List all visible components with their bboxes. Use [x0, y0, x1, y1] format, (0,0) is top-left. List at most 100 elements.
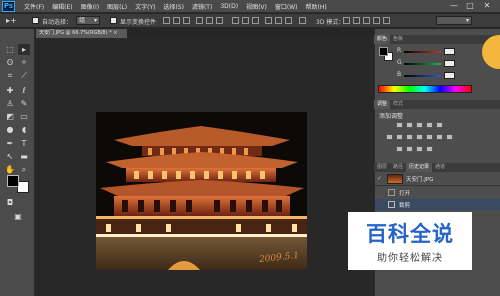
- menu-3d[interactable]: 3D(D): [218, 3, 240, 10]
- quick-mask-icon[interactable]: ◘: [4, 197, 16, 208]
- healing-brush-tool-icon[interactable]: ✚: [4, 85, 16, 96]
- menu-layer[interactable]: 图层(L): [105, 2, 129, 11]
- color-balance-adjust-icon[interactable]: [396, 134, 403, 140]
- menu-edit[interactable]: 编辑(E): [50, 2, 74, 11]
- brush-tool-icon[interactable]: ℓ: [18, 85, 30, 96]
- brightness-adjust-icon[interactable]: [396, 122, 403, 128]
- green-slider[interactable]: [404, 63, 441, 65]
- distribute-bottom-icon[interactable]: [252, 17, 259, 24]
- curves-adjust-icon[interactable]: [416, 122, 423, 128]
- red-slider[interactable]: [404, 51, 441, 53]
- tab-color[interactable]: 颜色: [374, 35, 391, 44]
- distribute-right-icon[interactable]: [285, 17, 292, 24]
- restore-button[interactable]: □: [463, 1, 477, 11]
- tab-channels[interactable]: 通道: [432, 163, 448, 172]
- history-brush-tool-icon[interactable]: ✎: [18, 98, 30, 109]
- menu-filter[interactable]: 滤镜(T): [190, 2, 214, 11]
- crop-tool-icon[interactable]: ⌗: [4, 70, 16, 81]
- pen-tool-icon[interactable]: ✒: [4, 138, 16, 149]
- menu-help[interactable]: 帮助(H): [304, 2, 329, 11]
- red-value-field[interactable]: [444, 48, 455, 55]
- distribute-vcenter-icon[interactable]: [242, 17, 249, 24]
- color-spectrum-bar[interactable]: [378, 85, 472, 93]
- menu-view[interactable]: 视图(V): [244, 2, 269, 11]
- hue-saturation-adjust-icon[interactable]: [386, 134, 393, 140]
- quick-select-tool-icon[interactable]: ✧: [18, 57, 30, 68]
- 3d-scale-icon[interactable]: [383, 17, 390, 24]
- tab-layers[interactable]: 图层: [374, 163, 390, 172]
- clone-stamp-tool-icon[interactable]: ♙: [4, 98, 16, 109]
- blue-value-field[interactable]: [444, 72, 455, 79]
- marquee-tool-icon[interactable]: ⬚: [4, 44, 16, 55]
- screen-mode-icon[interactable]: ▣: [12, 211, 24, 222]
- distribute-top-icon[interactable]: [232, 17, 239, 24]
- gradient-tool-icon[interactable]: ▭: [18, 111, 30, 122]
- selective-color-adjust-icon[interactable]: [426, 146, 433, 152]
- auto-select-checkbox[interactable]: [32, 17, 39, 24]
- zoom-tool-icon[interactable]: ⌕: [18, 164, 30, 175]
- eraser-tool-icon[interactable]: ◩: [4, 111, 16, 122]
- invert-adjust-icon[interactable]: [446, 134, 453, 140]
- move-tool-preset-icon[interactable]: ▸+: [6, 16, 20, 26]
- align-top-icon[interactable]: [163, 17, 170, 24]
- tab-paths[interactable]: 路径: [390, 163, 406, 172]
- move-tool-icon[interactable]: ▸: [18, 44, 30, 55]
- channel-mixer-adjust-icon[interactable]: [426, 134, 433, 140]
- history-item-open[interactable]: 打开: [375, 187, 475, 198]
- tab-adjustments[interactable]: 调整: [374, 100, 391, 109]
- close-button[interactable]: ✕: [480, 1, 494, 11]
- history-item-checkbox[interactable]: [376, 189, 383, 196]
- show-transform-checkbox[interactable]: [110, 17, 117, 24]
- menu-file[interactable]: 文件(F): [22, 2, 46, 11]
- foreground-color-swatch[interactable]: [7, 175, 19, 187]
- dodge-tool-icon[interactable]: ◖: [18, 124, 30, 135]
- color-lookup-adjust-icon[interactable]: [436, 134, 443, 140]
- document-tab[interactable]: 天安门.JPG @ 66.7%(RGB/8) * ×: [36, 29, 127, 38]
- exposure-adjust-icon[interactable]: [426, 122, 433, 128]
- auto-select-dropdown[interactable]: 组 ▾: [76, 16, 100, 25]
- tab-history[interactable]: 历史记录: [406, 163, 433, 172]
- menu-type[interactable]: 文字(Y): [133, 2, 157, 11]
- threshold-adjust-icon[interactable]: [406, 146, 413, 152]
- green-value-field[interactable]: [444, 60, 455, 67]
- black-white-adjust-icon[interactable]: [406, 134, 413, 140]
- 3d-slide-icon[interactable]: [373, 17, 380, 24]
- path-select-tool-icon[interactable]: ↖: [4, 151, 16, 162]
- blur-tool-icon[interactable]: ●: [4, 124, 16, 135]
- 3d-roll-icon[interactable]: [353, 17, 360, 24]
- photo-filter-adjust-icon[interactable]: [416, 134, 423, 140]
- type-tool-icon[interactable]: T: [18, 138, 30, 149]
- posterize-adjust-icon[interactable]: [396, 146, 403, 152]
- menu-image[interactable]: 图像(I): [79, 2, 101, 11]
- distribute-left-icon[interactable]: [265, 17, 272, 24]
- gradient-map-adjust-icon[interactable]: [416, 146, 423, 152]
- tab-styles[interactable]: 样式: [390, 100, 406, 109]
- levels-adjust-icon[interactable]: [406, 122, 413, 128]
- panel-foreground-swatch[interactable]: [379, 47, 388, 56]
- history-snapshot-row[interactable]: ✓ 天安门.JPG: [375, 173, 475, 184]
- shape-tool-icon[interactable]: ▬: [18, 151, 30, 162]
- eyedropper-tool-icon[interactable]: ⟋: [18, 70, 30, 81]
- history-item-checkbox[interactable]: [376, 201, 383, 208]
- align-vcenter-icon[interactable]: [173, 17, 180, 24]
- blue-slider[interactable]: [404, 75, 441, 77]
- history-item-crop[interactable]: 裁剪: [375, 199, 500, 210]
- menu-window[interactable]: 窗口(W): [273, 2, 300, 11]
- align-left-icon[interactable]: [196, 17, 203, 24]
- hand-tool-icon[interactable]: ✋: [4, 164, 16, 175]
- 3d-drag-icon[interactable]: [363, 17, 370, 24]
- auto-align-icon[interactable]: [299, 17, 306, 24]
- history-source-icon[interactable]: ✓: [376, 175, 383, 182]
- menu-select[interactable]: 选择(S): [161, 2, 186, 11]
- align-right-icon[interactable]: [216, 17, 223, 24]
- lasso-tool-icon[interactable]: ʘ: [4, 57, 16, 68]
- tab-swatches[interactable]: 色板: [390, 35, 406, 44]
- close-document-icon[interactable]: ×: [113, 30, 117, 36]
- 3d-rotate-icon[interactable]: [343, 17, 350, 24]
- align-hcenter-icon[interactable]: [206, 17, 213, 24]
- distribute-hcenter-icon[interactable]: [275, 17, 282, 24]
- minimize-button[interactable]: —: [447, 1, 461, 11]
- align-bottom-icon[interactable]: [183, 17, 190, 24]
- workspace-dropdown[interactable]: ▾: [436, 16, 472, 25]
- vibrance-adjust-icon[interactable]: [436, 122, 443, 128]
